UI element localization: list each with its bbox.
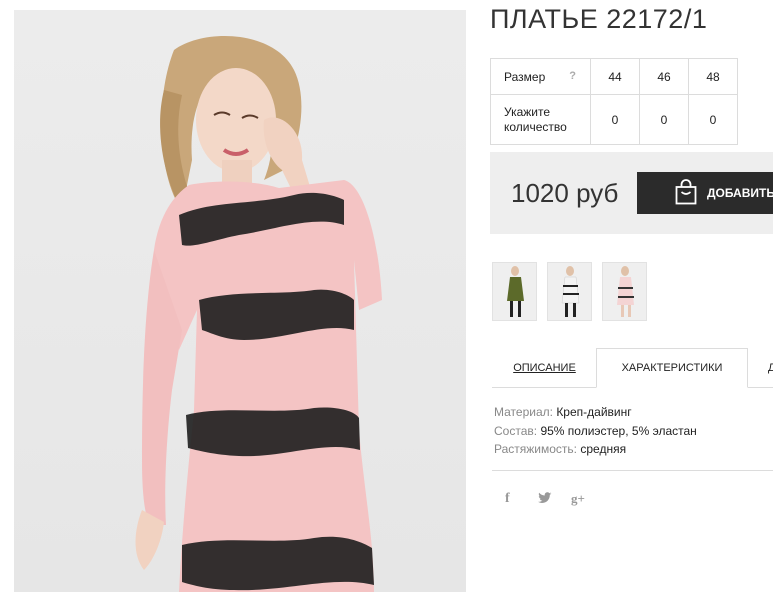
tab-characteristics[interactable]: ХАРАКТЕРИСТИКИ [596,348,748,388]
product-tabs: ОПИСАНИЕ ХАРАКТЕРИСТИКИ Д [492,348,773,388]
add-to-cart-button[interactable]: ДОБАВИТЬ [637,172,773,214]
quantity-label-line2: количество [504,119,567,134]
quantity-label-line1: Укажите [504,104,551,119]
spec-key: Состав: [494,423,538,438]
product-main-photo[interactable] [14,10,466,592]
google-plus-icon[interactable]: g+ [571,491,585,507]
thumbnail-white-dress[interactable] [547,262,592,321]
characteristics-list: Материал: Креп-дайвинг Состав: 95% полиэ… [494,403,697,459]
size-quantity-table: Размер ? 44 46 48 Укажите количество 0 0… [490,58,738,145]
spec-value: Креп-дайвинг [556,405,632,419]
thumbnail-olive-dress[interactable] [492,262,537,321]
tab-description[interactable]: ОПИСАНИЕ [492,348,597,388]
size-row: Размер ? 44 46 48 [490,58,738,95]
spec-composition: Состав: 95% полиэстер, 5% эластан [494,422,697,441]
model-illustration [135,36,382,592]
spec-material: Материал: Креп-дайвинг [494,403,697,422]
product-price: 1020 руб [511,178,619,208]
quantity-input-46[interactable]: 0 [639,94,689,145]
quantity-input-44[interactable]: 0 [590,94,640,145]
quantity-input-48[interactable]: 0 [688,94,738,145]
facebook-icon[interactable]: f [505,491,510,507]
spec-key: Материал: [494,405,553,419]
size-label-cell: Размер ? [490,58,591,95]
shopping-bag-icon [675,178,697,208]
size-help-icon[interactable]: ? [569,70,576,82]
product-title: ПЛАТЬЕ 22172/1 [490,4,708,34]
thumbnail-pink-dress[interactable] [602,262,647,321]
size-46: 46 [639,58,689,95]
tab-delivery[interactable]: Д [768,348,773,388]
size-label: Размер [504,69,546,84]
spec-value: средняя [580,442,627,456]
section-divider [492,470,773,471]
twitter-icon[interactable] [538,491,552,507]
price-panel: 1020 руб ДОБАВИТЬ [490,152,773,234]
size-48: 48 [688,58,738,95]
spec-key: Растяжимость: [494,442,578,456]
size-44: 44 [590,58,640,95]
quantity-label-cell: Укажите количество [490,94,591,145]
quantity-row: Укажите количество 0 0 0 [490,94,738,145]
add-to-cart-label: ДОБАВИТЬ [707,186,773,200]
spec-stretch: Растяжимость: средняя [494,440,697,459]
spec-value: 95% полиэстер, 5% эластан [540,423,697,438]
